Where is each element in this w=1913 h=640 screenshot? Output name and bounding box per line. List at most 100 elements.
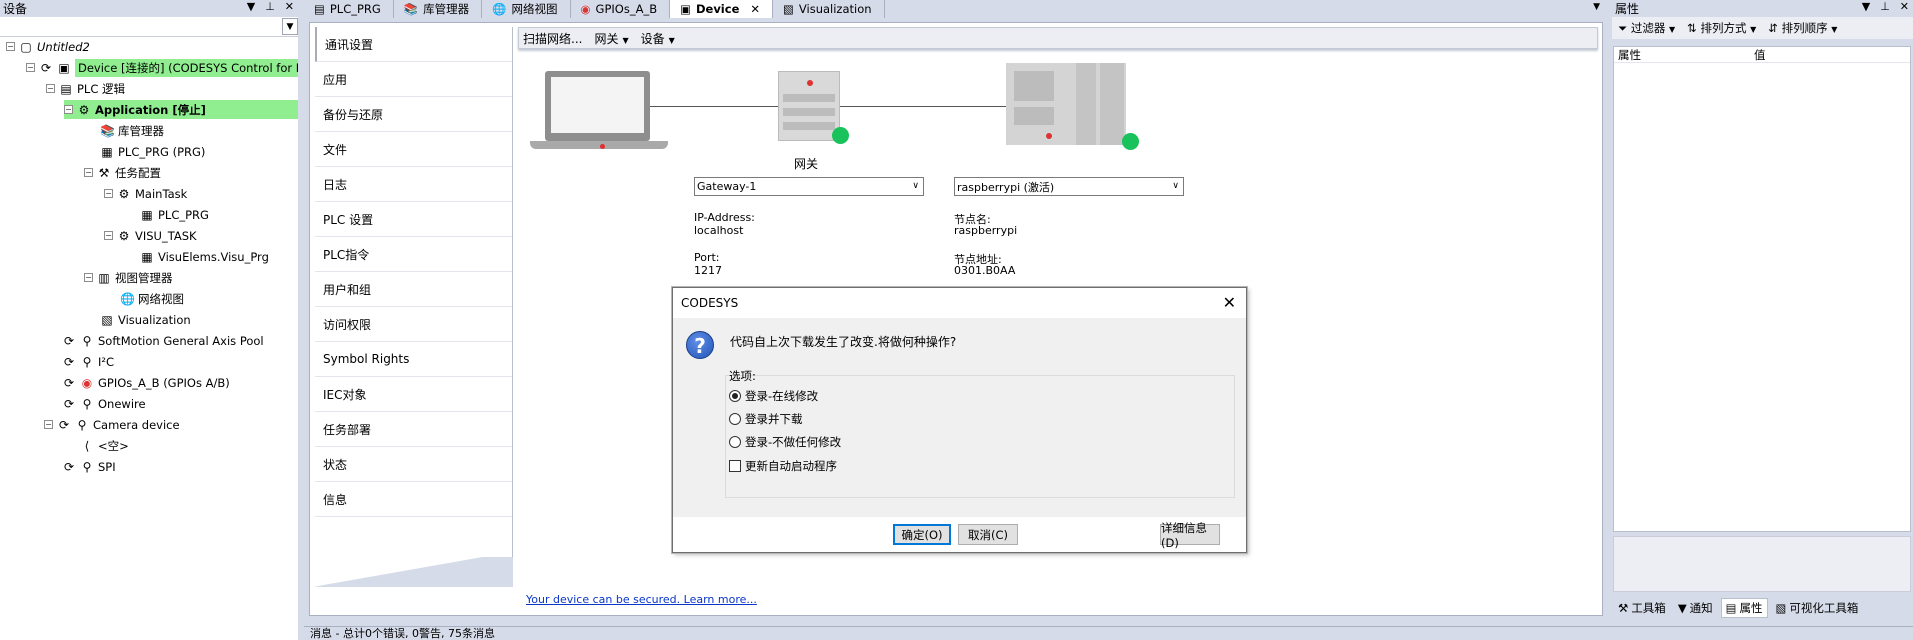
tree-node-maintask-plc-prg[interactable]: ▦ PLC_PRG	[140, 205, 209, 224]
tab-visualization-toolbox[interactable]: ▧ 可视化工具箱	[1772, 599, 1863, 617]
tree-node-device[interactable]: − ⟳ ▣ Device [连接的] (CODESYS Control for …	[26, 58, 335, 77]
tabs-dropdown-icon[interactable]: ▼	[1593, 2, 1600, 12]
device-menu-button[interactable]: 设备 ▼	[637, 30, 683, 47]
nav-communication-settings[interactable]: 通讯设置	[315, 27, 512, 62]
collapse-icon[interactable]: −	[46, 84, 55, 93]
program-call-icon: ▦	[141, 249, 153, 264]
filter-button[interactable]: ⏷ 过滤器 ▼	[1618, 20, 1675, 36]
nav-plc-shell[interactable]: PLC指令	[315, 237, 512, 272]
tab-notifications[interactable]: ▼ 通知	[1674, 599, 1717, 617]
nav-symbol-rights[interactable]: Symbol Rights	[315, 342, 512, 377]
option-login-no-change[interactable]: 登录-不做任何修改	[729, 434, 841, 450]
tab-library-manager[interactable]: 📚 库管理器	[393, 0, 483, 18]
connection-line	[650, 106, 778, 107]
nav-information[interactable]: 信息	[315, 482, 512, 517]
tab-plc-prg[interactable]: ▤ PLC_PRG	[304, 0, 394, 18]
tree-node-view-manager[interactable]: − ▥ 视图管理器	[84, 268, 173, 287]
nav-files[interactable]: 文件	[315, 132, 512, 167]
properties-grid: 属性 值	[1613, 46, 1911, 532]
tab-visualization[interactable]: ▧ Visualization	[773, 0, 885, 18]
tree-node-plc-prg[interactable]: ▦ PLC_PRG (PRG)	[100, 142, 205, 161]
tree-label: MainTask	[135, 186, 188, 201]
tab-device[interactable]: ▣ Device ✕	[670, 0, 774, 18]
nav-users-groups[interactable]: 用户和组	[315, 272, 512, 307]
radio-unselected[interactable]	[729, 413, 741, 425]
update-boot-project-checkbox[interactable]: 更新自动启动程序	[729, 458, 837, 474]
nav-access-rights[interactable]: 访问权限	[315, 307, 512, 342]
tab-network-view[interactable]: 🌐 网络视图	[482, 0, 571, 18]
panel-dropdown-icon[interactable]: ▼	[1862, 0, 1870, 13]
column-header-value[interactable]: 值	[1750, 47, 1766, 62]
tree-node-i2c[interactable]: ⟳ ⚲ I²C	[62, 352, 114, 371]
tree-node-spi[interactable]: ⟳ ⚲ SPI	[62, 457, 116, 476]
cancel-button[interactable]: 取消(C)	[958, 524, 1018, 545]
radio-selected[interactable]	[729, 390, 741, 402]
messages-bar[interactable]: 消息 - 总计0个错误, 0警告, 75条消息	[304, 626, 1913, 640]
tab-label: 属性	[1739, 601, 1763, 615]
collapse-icon[interactable]: −	[64, 105, 73, 114]
tree-node-softmotion[interactable]: ⟳ ⚲ SoftMotion General Axis Pool	[62, 331, 264, 350]
device-icon: ▣	[680, 2, 691, 16]
close-icon[interactable]: ✕	[1223, 293, 1236, 312]
checkbox[interactable]	[729, 460, 741, 472]
collapse-icon[interactable]: −	[104, 231, 113, 240]
tree-node-plc-logic[interactable]: − ▤ PLC 逻辑	[46, 79, 125, 98]
tree-node-gpios[interactable]: ⟳ ◉ GPIOs_A_B (GPIOs A/B)	[62, 373, 230, 392]
collapse-icon[interactable]: −	[6, 42, 15, 51]
tree-node-application[interactable]: − ⚙ Application [停止]	[64, 100, 298, 119]
ok-button[interactable]: 确定(O)	[893, 524, 951, 545]
tree-node-visu-task[interactable]: − ⚙ VISU_TASK	[104, 226, 197, 245]
tab-close-icon[interactable]: ✕	[750, 2, 760, 16]
close-icon[interactable]: ✕	[285, 0, 294, 13]
collapse-icon[interactable]: −	[44, 420, 53, 429]
gateway-select[interactable]: Gateway-1 ∨	[694, 177, 924, 196]
tree-label: Untitled2	[37, 39, 90, 54]
collapse-icon[interactable]: −	[84, 168, 93, 177]
option-label: 登录并下载	[745, 412, 803, 426]
tab-gpios[interactable]: ◉ GPIOs_A_B	[570, 0, 671, 18]
device-select[interactable]: raspberrypi (激活) ∨	[954, 177, 1184, 196]
tree-node-network-view[interactable]: 🌐 网络视图	[120, 289, 184, 308]
tab-properties[interactable]: ▤ 属性	[1720, 598, 1768, 618]
tree-label: 视图管理器	[115, 270, 173, 285]
tab-label: 可视化工具箱	[1789, 601, 1859, 615]
tree-node-task-config[interactable]: − ⚒ 任务配置	[84, 163, 161, 182]
collapse-icon[interactable]: −	[84, 273, 93, 282]
nav-backup-restore[interactable]: 备份与还原	[315, 97, 512, 132]
details-button[interactable]: 详细信息(D)	[1160, 521, 1220, 550]
nav-status[interactable]: 状态	[315, 447, 512, 482]
nav-iec-objects[interactable]: IEC对象	[315, 377, 512, 412]
sync-icon: ⟳	[63, 396, 75, 411]
tree-node-camera[interactable]: − ⟳ ⚲ Camera device	[44, 415, 180, 434]
tree-node-maintask[interactable]: − ⚙ MainTask	[104, 184, 187, 203]
sort-by-button[interactable]: ⇅ 排列方式 ▼	[1687, 20, 1756, 36]
tree-node-visuelems[interactable]: ▦ VisuElems.Visu_Prg	[140, 247, 269, 266]
pin-icon[interactable]: ⊥	[265, 0, 275, 13]
collapse-icon[interactable]: −	[104, 189, 113, 198]
column-header-property[interactable]: 属性	[1614, 47, 1750, 62]
option-login-download[interactable]: 登录并下载	[729, 411, 803, 427]
radio-unselected[interactable]	[729, 436, 741, 448]
tab-toolbox[interactable]: ⚒ 工具箱	[1614, 599, 1670, 617]
nav-applications[interactable]: 应用	[315, 62, 512, 97]
pin-icon[interactable]: ⊥	[1880, 0, 1890, 13]
tree-node-onewire[interactable]: ⟳ ⚲ Onewire	[62, 394, 146, 413]
tree-node-visualization[interactable]: ▧ Visualization	[100, 310, 190, 329]
nav-task-deployment[interactable]: 任务部署	[315, 412, 512, 447]
close-icon[interactable]: ✕	[1900, 0, 1909, 13]
tree-node-project[interactable]: − ▢ Untitled2	[6, 37, 90, 56]
collapse-icon[interactable]: −	[26, 63, 35, 72]
tree-node-empty-slot[interactable]: ⟨ <空>	[80, 436, 129, 455]
nav-plc-settings[interactable]: PLC 设置	[315, 202, 512, 237]
sort-order-button[interactable]: ⇵ 排列顺序 ▼	[1768, 20, 1837, 36]
panel-dropdown-icon[interactable]: ▼	[247, 0, 255, 13]
nav-log[interactable]: 日志	[315, 167, 512, 202]
gateway-menu-button[interactable]: 网关 ▼	[590, 30, 636, 47]
option-login-online-change[interactable]: 登录-在线修改	[729, 388, 818, 404]
gateway-icon	[778, 71, 840, 141]
scan-network-button[interactable]: 扫描网络...	[519, 30, 590, 47]
tree-node-library-manager[interactable]: 📚 库管理器	[100, 121, 164, 140]
filter-icon: ⏷	[1618, 21, 1628, 35]
secure-device-link[interactable]: Your device can be secured. Learn more..…	[526, 593, 757, 606]
tree-dropdown-button[interactable]: ▼	[282, 18, 298, 35]
